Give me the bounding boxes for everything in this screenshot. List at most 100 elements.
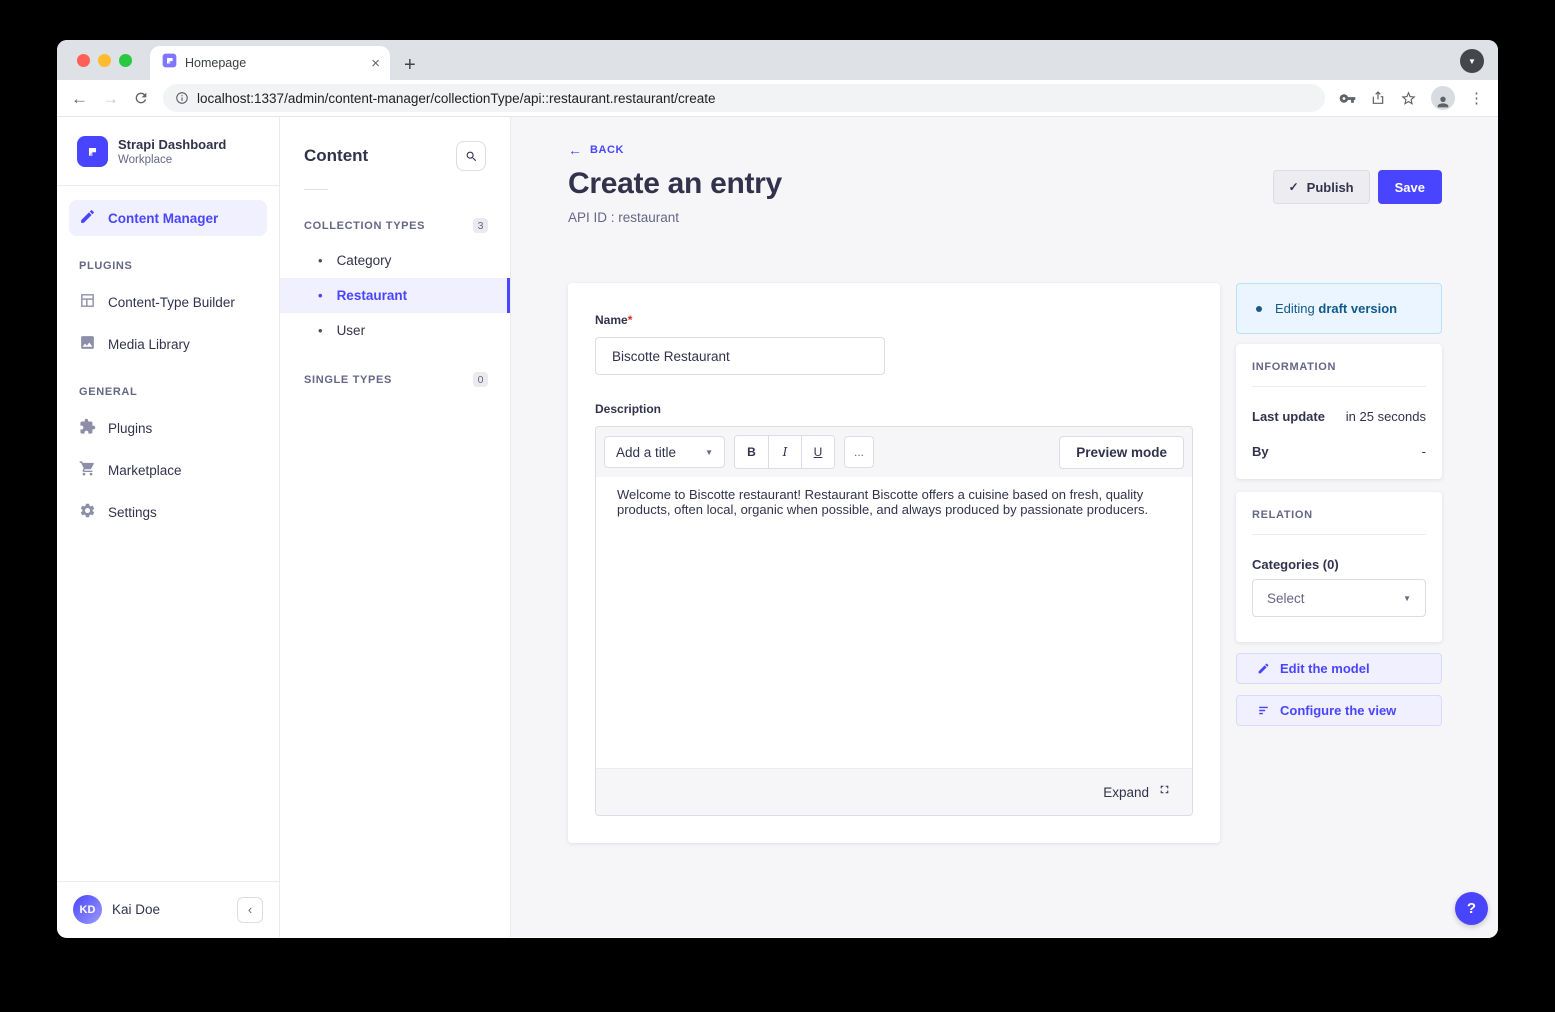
maximize-window-button[interactable] — [119, 54, 132, 67]
sidebar-item-plugins[interactable]: Plugins — [69, 410, 267, 446]
editor-toolbar: Add a title ▼ B I U ... Preview mode — [596, 427, 1192, 477]
italic-button[interactable]: I — [768, 436, 801, 468]
configure-view-button[interactable]: Configure the view — [1236, 695, 1442, 726]
collection-types-count-badge: 3 — [473, 218, 488, 233]
divider — [1252, 386, 1426, 387]
browser-menu-kebab-icon[interactable]: ⋮ — [1469, 89, 1484, 107]
back-navigation-icon[interactable]: ← — [71, 90, 88, 107]
gear-icon — [79, 502, 96, 522]
content-manager-pen-icon — [79, 208, 96, 228]
address-bar[interactable]: localhost:1337/admin/content-manager/col… — [163, 84, 1325, 112]
subnav-item-label: User — [337, 323, 366, 338]
status-dot-icon — [1256, 306, 1262, 312]
single-types-label: SINGLE TYPES — [304, 374, 392, 386]
draft-status-text: Editing draft version — [1275, 301, 1397, 316]
entry-aside: Editing draft version INFORMATION Last u… — [1236, 283, 1442, 726]
workspace-brand: Strapi Dashboard Workplace — [57, 117, 279, 186]
main-content: ← BACK Create an entry ✓ Publish Save AP… — [511, 117, 1498, 937]
sidebar-item-settings[interactable]: Settings — [69, 494, 267, 530]
more-formats-button[interactable]: ... — [844, 436, 874, 468]
browser-toolbar: ← → localhost:1337/admin/content-manager… — [57, 80, 1498, 117]
last-update-row: Last update in 25 seconds — [1252, 409, 1426, 424]
forward-navigation-icon[interactable]: → — [102, 90, 119, 107]
minimize-window-button[interactable] — [98, 54, 111, 67]
user-avatar: KD — [73, 895, 102, 924]
publish-button[interactable]: ✓ Publish — [1273, 170, 1370, 204]
reload-icon[interactable] — [133, 90, 149, 106]
underline-button[interactable]: U — [801, 436, 834, 468]
bookmark-star-icon[interactable] — [1400, 90, 1417, 107]
browser-profile-avatar[interactable] — [1431, 86, 1455, 110]
save-button[interactable]: Save — [1378, 170, 1442, 204]
sidebar-collapse-button[interactable]: ‹ — [237, 897, 263, 923]
password-key-icon[interactable] — [1339, 90, 1356, 107]
content-subnav: Content COLLECTION TYPES 3 • Category • … — [280, 117, 511, 937]
draft-status-banner: Editing draft version — [1236, 283, 1442, 334]
strapi-app: Strapi Dashboard Workplace Content Manag… — [57, 117, 1498, 937]
sidebar-item-label: Media Library — [108, 337, 190, 352]
back-link[interactable]: ← BACK — [568, 143, 1442, 157]
rich-text-editor: Add a title ▼ B I U ... Preview mode — [595, 426, 1193, 816]
chevron-down-icon: ▼ — [705, 448, 713, 457]
subnav-item-label: Category — [337, 253, 392, 268]
sidebar-item-content-manager[interactable]: Content Manager — [69, 200, 267, 236]
bullet-icon: • — [318, 288, 323, 303]
title-style-select[interactable]: Add a title ▼ — [604, 436, 725, 468]
workspace-title: Strapi Dashboard — [118, 137, 226, 152]
main-sidebar: Strapi Dashboard Workplace Content Manag… — [57, 117, 280, 937]
check-icon: ✓ — [1289, 180, 1299, 194]
sidebar-item-label: Marketplace — [108, 463, 182, 478]
subnav-title: Content — [304, 146, 368, 166]
categories-select[interactable]: Select ▼ — [1252, 579, 1426, 617]
search-button[interactable] — [456, 141, 486, 171]
description-editor-area[interactable]: Welcome to Biscotte restaurant! Restaura… — [596, 477, 1192, 768]
sidebar-item-label: Plugins — [108, 421, 152, 436]
expand-icon[interactable] — [1158, 783, 1171, 801]
relation-panel: RELATION Categories (0) Select ▼ — [1236, 492, 1442, 642]
back-label: BACK — [590, 144, 624, 156]
bullet-icon: • — [318, 253, 323, 268]
divider — [304, 189, 328, 190]
categories-label: Categories (0) — [1252, 557, 1426, 572]
name-input[interactable] — [595, 337, 885, 375]
close-window-button[interactable] — [77, 54, 90, 67]
strapi-favicon-icon — [162, 53, 177, 73]
subnav-item-restaurant[interactable]: • Restaurant — [280, 278, 510, 313]
sidebar-item-label: Content Manager — [108, 211, 218, 226]
edit-model-button[interactable]: Edit the model — [1236, 653, 1442, 684]
preview-mode-button[interactable]: Preview mode — [1059, 436, 1184, 469]
window-chevron-button[interactable]: ▼ — [1460, 49, 1484, 73]
information-title: INFORMATION — [1252, 361, 1426, 373]
by-row: By - — [1252, 444, 1426, 459]
tab-close-icon[interactable]: × — [371, 56, 380, 71]
page-title: Create an entry — [568, 167, 782, 201]
cart-icon — [79, 460, 96, 480]
subnav-item-category[interactable]: • Category — [280, 243, 510, 278]
share-icon[interactable] — [1370, 90, 1386, 106]
subnav-item-label: Restaurant — [337, 288, 408, 303]
bold-button[interactable]: B — [735, 436, 768, 468]
browser-window: Homepage × + ▼ ← → localhost:1337/admin/… — [57, 40, 1498, 938]
user-name: Kai Doe — [112, 902, 227, 917]
configure-lines-icon — [1257, 704, 1270, 717]
api-id-subtitle: API ID : restaurant — [568, 210, 1442, 225]
macos-traffic-lights — [77, 54, 132, 67]
new-tab-button[interactable]: + — [404, 55, 416, 75]
help-button[interactable]: ? — [1455, 892, 1488, 925]
browser-tab[interactable]: Homepage × — [150, 46, 390, 80]
divider — [1252, 534, 1426, 535]
entry-form-card: Name* Description Add a title ▼ B I — [568, 283, 1220, 843]
sidebar-section-general: GENERAL — [69, 368, 267, 410]
sidebar-item-media-library[interactable]: Media Library — [69, 326, 267, 362]
site-info-icon[interactable] — [175, 91, 189, 105]
sidebar-nav: Content Manager PLUGINS Content-Type Bui… — [57, 186, 279, 536]
information-panel: INFORMATION Last update in 25 seconds By… — [1236, 344, 1442, 479]
sidebar-item-marketplace[interactable]: Marketplace — [69, 452, 267, 488]
sidebar-item-content-type-builder[interactable]: Content-Type Builder — [69, 284, 267, 320]
single-types-count-badge: 0 — [473, 372, 488, 387]
editor-footer: Expand — [596, 768, 1192, 815]
url-text: localhost:1337/admin/content-manager/col… — [197, 91, 716, 106]
layout-icon — [79, 292, 96, 312]
sidebar-section-plugins: PLUGINS — [69, 242, 267, 284]
subnav-item-user[interactable]: • User — [280, 313, 510, 348]
